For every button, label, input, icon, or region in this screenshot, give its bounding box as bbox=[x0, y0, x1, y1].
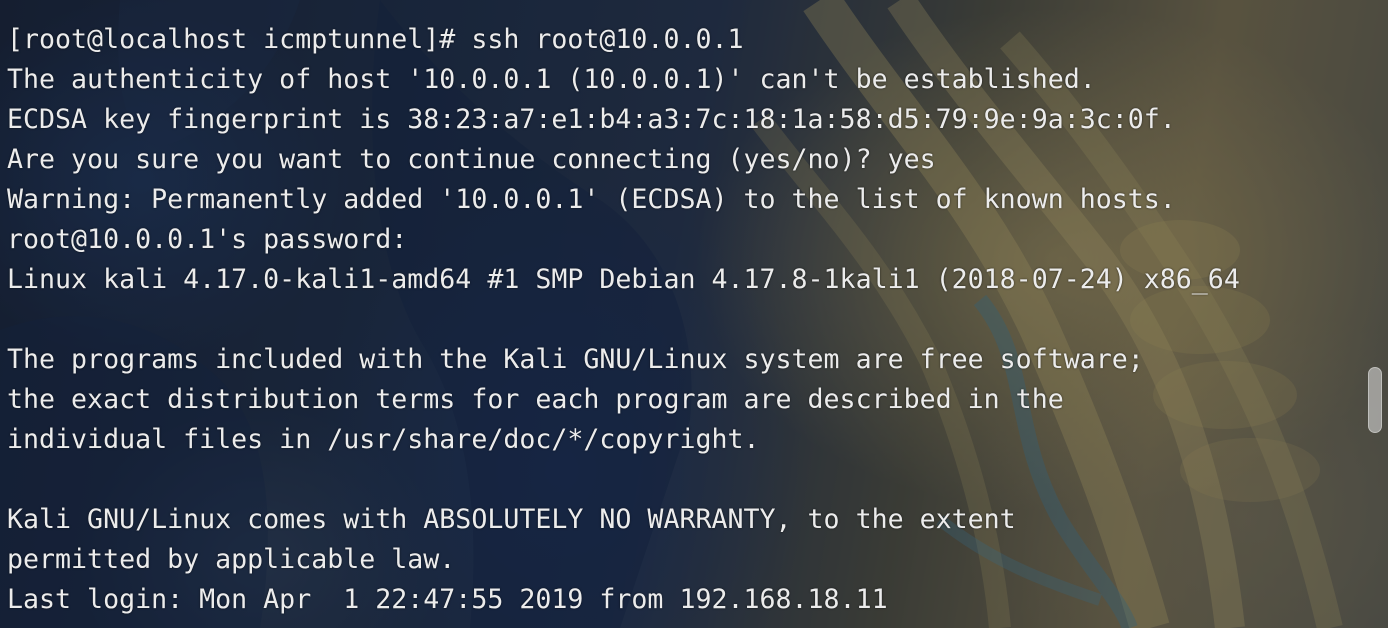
terminal-line: [root@localhost icmptunnel]# ssh root@10… bbox=[7, 24, 744, 55]
terminal-line: Warning: Permanently added '10.0.0.1' (E… bbox=[7, 184, 1176, 215]
terminal-line: Last login: Mon Apr 1 22:47:55 2019 from… bbox=[7, 584, 888, 615]
terminal-line: individual files in /usr/share/doc/*/cop… bbox=[7, 424, 760, 455]
scrollbar-thumb[interactable] bbox=[1368, 367, 1382, 433]
terminal-line: Kali GNU/Linux comes with ABSOLUTELY NO … bbox=[7, 504, 1016, 535]
terminal-line: Linux kali 4.17.0-kali1-amd64 #1 SMP Deb… bbox=[7, 264, 1240, 295]
terminal-line: The authenticity of host '10.0.0.1 (10.0… bbox=[7, 64, 1096, 95]
terminal-line: permitted by applicable law. bbox=[7, 544, 456, 575]
terminal-output[interactable]: [root@localhost icmptunnel]# ssh root@10… bbox=[0, 0, 1360, 628]
terminal-line: The programs included with the Kali GNU/… bbox=[7, 344, 1144, 375]
terminal-line: Are you sure you want to continue connec… bbox=[7, 144, 936, 175]
scrollbar-track[interactable] bbox=[1364, 0, 1388, 628]
terminal-line: root@10.0.0.1's password: bbox=[7, 224, 408, 255]
terminal-line: the exact distribution terms for each pr… bbox=[7, 384, 1064, 415]
terminal-line: ECDSA key fingerprint is 38:23:a7:e1:b4:… bbox=[7, 104, 1176, 135]
